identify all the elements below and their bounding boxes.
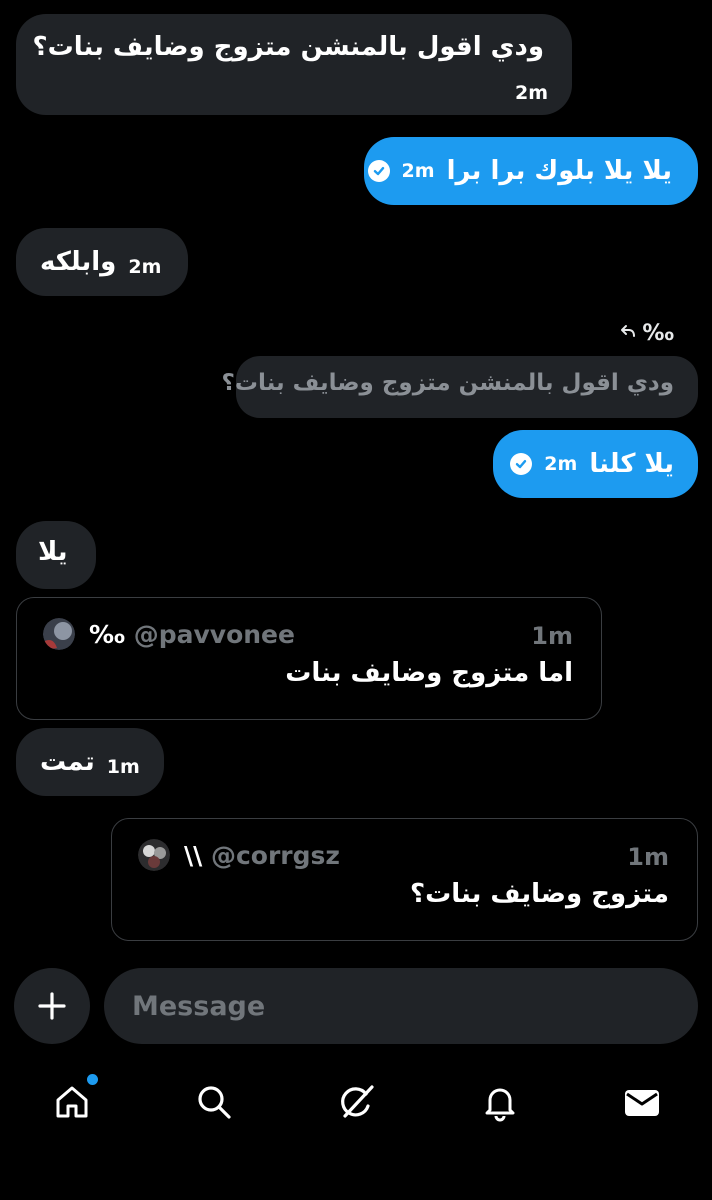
nav-search[interactable]	[192, 1080, 236, 1124]
received-message[interactable]: تمت 1m	[16, 728, 164, 796]
message-input[interactable]	[104, 968, 698, 1044]
message-text: يلا يلا بلوك برا برا	[446, 156, 672, 186]
message-text: تمت	[40, 747, 95, 777]
post-display-name: \\	[184, 841, 203, 870]
home-icon	[56, 1086, 88, 1118]
reply-context-label: ‰	[620, 318, 674, 348]
post-time: 1m	[627, 843, 669, 871]
read-check-icon	[510, 453, 533, 475]
received-message[interactable]: ودي اقول بالمنشن متزوج وضايف بنات؟ 2m	[16, 14, 572, 115]
sent-message[interactable]: 2m يلا كلنا	[493, 430, 698, 498]
post-handle[interactable]: @pavvonee	[134, 620, 295, 649]
received-message[interactable]: يلا	[16, 521, 96, 589]
nav-messages[interactable]	[620, 1080, 664, 1124]
message-time: 2m	[544, 453, 578, 475]
nav-home[interactable]	[50, 1074, 98, 1124]
received-message[interactable]: وابلكه 2m	[16, 228, 188, 296]
message-time: 2m	[128, 256, 162, 278]
add-attachment-button[interactable]	[14, 968, 90, 1044]
bell-icon	[485, 1088, 515, 1122]
avatar	[138, 839, 170, 871]
message-text: يلا	[38, 537, 68, 567]
search-icon	[198, 1086, 231, 1119]
sent-message[interactable]: 2m يلا يلا بلوك برا برا	[364, 137, 698, 205]
grok-icon	[341, 1085, 374, 1118]
nav-grok[interactable]	[335, 1080, 379, 1124]
plus-icon	[38, 992, 66, 1020]
message-time: 1m	[106, 756, 140, 778]
quoted-reply-text: ودي اقول بالمنشن متزوج وضايف بنات؟	[221, 370, 674, 396]
post-display-name: ‰	[89, 620, 125, 649]
message-text: ودي اقول بالمنشن متزوج وضايف بنات؟	[32, 32, 544, 62]
post-time: 1m	[531, 622, 573, 650]
message-time: 2m	[514, 82, 548, 104]
post-text: اما متزوج وضايف بنات	[285, 658, 573, 688]
post-handle[interactable]: @corrgsz	[211, 841, 340, 870]
shared-post-card[interactable]: ‰ @pavvonee 1m اما متزوج وضايف بنات	[16, 597, 602, 720]
message-text: وابلكه	[40, 247, 117, 277]
read-check-icon	[367, 160, 390, 182]
notification-dot	[87, 1074, 98, 1085]
shared-post-card[interactable]: \\ @corrgsz 1m متزوج وضايف بنات؟	[111, 818, 698, 941]
quoted-reply-bubble[interactable]: ودي اقول بالمنشن متزوج وضايف بنات؟	[222, 356, 698, 418]
reply-arrow-icon	[620, 323, 636, 343]
nav-notifications[interactable]	[478, 1080, 522, 1124]
message-time: 2m	[401, 160, 435, 182]
message-text: يلا كلنا	[589, 449, 674, 479]
post-text: متزوج وضايف بنات؟	[409, 879, 669, 909]
mail-icon	[625, 1090, 659, 1116]
avatar	[43, 618, 75, 650]
reply-target-name: ‰	[642, 320, 674, 346]
